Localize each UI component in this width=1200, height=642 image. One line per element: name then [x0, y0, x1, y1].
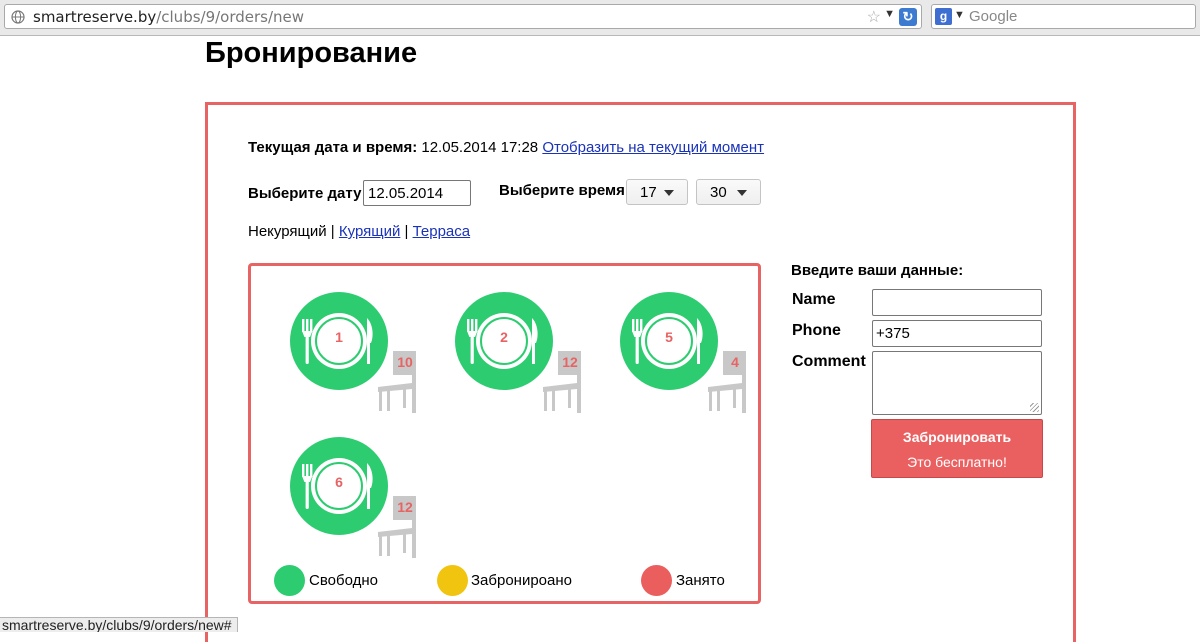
chevron-down-icon[interactable]: ▼ [954, 9, 965, 21]
url-host: smartreserve.by [33, 8, 157, 26]
legend-booked-dot [437, 565, 468, 596]
hall-map: 1 10 2 12 5 4 6 12 [248, 263, 761, 604]
current-datetime-label: Текущая дата и время: [248, 139, 418, 156]
show-now-link[interactable]: Отобразить на текущий момент [542, 139, 764, 156]
current-datetime-value: 12.05.2014 17:28 [421, 139, 539, 156]
zone-separator: | [400, 223, 413, 240]
table-2[interactable]: 2 [454, 291, 554, 391]
address-bar[interactable]: smartreserve.by/clubs/9/orders/new ☆ ▼ ↻ [4, 4, 922, 29]
table-6[interactable]: 6 [289, 436, 389, 536]
seats-count: 10 [397, 354, 413, 370]
seats-indicator: 12 [541, 351, 585, 413]
seats-count: 12 [397, 499, 413, 515]
url-text[interactable]: smartreserve.by/clubs/9/orders/new [33, 8, 304, 26]
zone-smoking-link[interactable]: Курящий [339, 223, 400, 240]
search-bar[interactable]: g ▼ Google [931, 4, 1196, 29]
comment-field[interactable] [872, 351, 1042, 415]
legend-taken-dot [641, 565, 672, 596]
date-input[interactable] [363, 180, 471, 206]
legend-taken-label: Занято [676, 572, 725, 589]
table-5[interactable]: 5 [619, 291, 719, 391]
book-button-sublabel: Это бесплатно! [907, 454, 1007, 470]
legend-free-dot [274, 565, 305, 596]
name-field[interactable] [872, 289, 1042, 316]
chevron-down-icon[interactable]: ▼ [884, 8, 895, 20]
date-label: Выберите дату [248, 185, 362, 202]
book-button[interactable]: Забронировать Это бесплатно! [871, 419, 1043, 478]
book-button-label: Забронировать [902, 429, 1012, 445]
hour-select-value: 17 [640, 184, 657, 201]
chevron-down-icon [737, 190, 747, 196]
zone-terrace-link[interactable]: Терраса [413, 223, 471, 240]
table-1[interactable]: 1 [289, 291, 389, 391]
form-title: Введите ваши данные: [791, 262, 964, 279]
phone-label: Phone [792, 322, 841, 339]
url-path: /clubs/9/orders/new [156, 8, 305, 26]
zone-selector: Некурящий | Курящий | Терраса [248, 223, 470, 240]
hour-select[interactable]: 17 [626, 179, 688, 205]
comment-label: Comment [792, 353, 866, 370]
legend-free-label: Свободно [309, 572, 378, 589]
table-number: 5 [665, 329, 673, 345]
zone-non-smoking: Некурящий [248, 223, 327, 240]
google-icon[interactable]: g [935, 8, 952, 25]
time-label: Выберите время [499, 182, 625, 199]
legend-booked-label: Забронироано [471, 572, 572, 589]
seats-count: 4 [731, 354, 739, 370]
current-datetime-row: Текущая дата и время: 12.05.2014 17:28 О… [248, 139, 764, 156]
seats-count: 12 [562, 354, 578, 370]
minute-select-value: 30 [710, 184, 727, 201]
phone-field[interactable] [872, 320, 1042, 347]
zone-separator: | [326, 223, 339, 240]
minute-select[interactable]: 30 [696, 179, 761, 205]
browser-toolbar: smartreserve.by/clubs/9/orders/new ☆ ▼ ↻… [0, 0, 1200, 36]
seats-indicator: 12 [376, 496, 420, 558]
table-number: 2 [500, 329, 508, 345]
bookmark-star-icon[interactable]: ☆ [867, 7, 881, 27]
page-title: Бронирование [205, 37, 418, 69]
seats-indicator: 4 [706, 351, 750, 413]
search-input[interactable]: Google [969, 8, 1017, 25]
chevron-down-icon [664, 190, 674, 196]
resize-grip-icon[interactable] [1030, 403, 1039, 412]
globe-icon [11, 10, 25, 24]
name-label: Name [792, 291, 836, 308]
table-number: 1 [335, 329, 343, 345]
seats-indicator: 10 [376, 351, 420, 413]
reload-icon[interactable]: ↻ [899, 8, 917, 26]
table-number: 6 [335, 474, 343, 490]
